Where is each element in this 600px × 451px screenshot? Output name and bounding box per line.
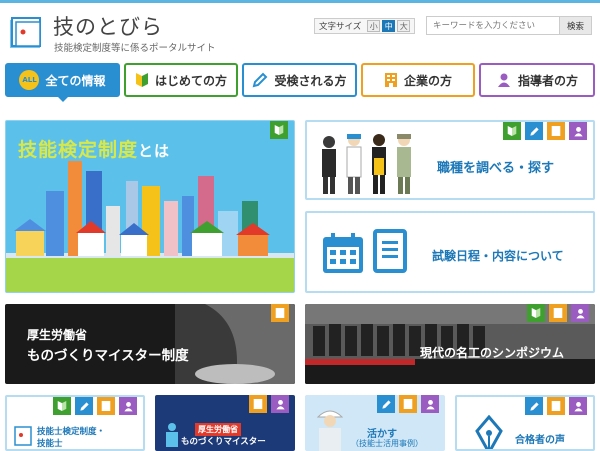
- all-badge: ALL: [19, 70, 40, 90]
- utilize-line2: （技能士活用事例）: [351, 439, 423, 448]
- building-tag-icon: [549, 304, 567, 322]
- tab-instructors[interactable]: 指導者の方: [479, 63, 595, 97]
- small-logo-icon: [14, 426, 32, 446]
- audience-tags: [527, 304, 589, 322]
- workers-illustration: [322, 134, 411, 194]
- font-size-switcher: 文字サイズ 小 中 大: [314, 18, 416, 34]
- symposium-label: 現代の名工のシンポジウム: [420, 346, 565, 360]
- card-voices[interactable]: 合格者の声: [455, 395, 595, 451]
- audience-tags: [271, 304, 289, 322]
- audience-tags: [53, 397, 137, 415]
- building-tag-icon: [271, 304, 289, 322]
- document-icon: [373, 229, 407, 273]
- tab-beginners-label: はじめての方: [154, 73, 227, 88]
- search-box: 検索: [426, 16, 592, 35]
- logo-mark-icon: [10, 17, 41, 48]
- card-about-system[interactable]: 技能検定制度とは: [5, 120, 295, 293]
- hero-title-suffix: とは: [138, 142, 171, 160]
- instructor-tag-icon: [271, 395, 289, 413]
- qualified-line2: 技能士: [37, 439, 63, 449]
- instructor-icon: [496, 72, 512, 88]
- calendar-icon: [323, 233, 363, 273]
- instructor-tag-icon: [569, 122, 587, 140]
- search-input[interactable]: [427, 17, 559, 34]
- pencil-tag-icon: [525, 397, 543, 415]
- pencil-tag-icon: [75, 397, 93, 415]
- card-exam-schedule[interactable]: 試験日程・内容について: [305, 211, 595, 293]
- card-symposium[interactable]: 現代の名工のシンポジウム: [305, 304, 595, 384]
- pencil-tag-icon: [377, 395, 395, 413]
- meister-line1: 厚生労働省: [27, 328, 88, 342]
- hero-title: 技能検定制度とは: [18, 135, 170, 162]
- tab-all[interactable]: ALL 全ての情報: [5, 63, 120, 102]
- instructor-tag-icon: [569, 397, 587, 415]
- audience-nav: ALL 全ての情報 はじめての方 受検される方 企業の方 指導者の方: [5, 63, 595, 102]
- pencil-tag-icon: [525, 122, 543, 140]
- beginner-tag-icon: [270, 121, 288, 139]
- audience-tags: [249, 395, 289, 413]
- card-meister-small[interactable]: 厚生労働省 ものづくりマイスター: [155, 395, 295, 451]
- fountain-pen-icon: [475, 415, 503, 449]
- top-border: [0, 0, 600, 3]
- card-utilize[interactable]: 活かす （技能士活用事例）: [305, 395, 445, 451]
- instructor-tag-icon: [571, 304, 589, 322]
- beginner-tag-icon: [53, 397, 71, 415]
- card-meister[interactable]: 厚生労働省 ものづくりマイスター制度: [5, 304, 295, 384]
- tab-examinees-label: 受検される方: [274, 73, 347, 88]
- building-tag-icon: [547, 122, 565, 140]
- tab-all-label: 全ての情報: [45, 73, 106, 88]
- meister-figure-icon: [166, 423, 178, 447]
- qualified-line1: 技能士検定制度・: [37, 427, 106, 437]
- building-tag-icon: [547, 397, 565, 415]
- beginner-mark-icon: [135, 72, 149, 88]
- audience-tags: [525, 397, 587, 415]
- voices-label: 合格者の声: [515, 435, 565, 446]
- city-illustration: [6, 161, 294, 292]
- beginner-tag-icon: [527, 304, 545, 322]
- hero-title-main: 技能検定制度: [18, 139, 139, 161]
- card-occupations[interactable]: 職種を調べる・探す: [305, 120, 595, 200]
- building-tag-icon: [249, 395, 267, 413]
- tab-beginners[interactable]: はじめての方: [124, 63, 238, 97]
- meister-line2: ものづくりマイスター制度: [27, 348, 189, 364]
- tab-examinees[interactable]: 受検される方: [242, 63, 357, 97]
- audience-tags: [270, 121, 288, 139]
- site-subtitle: 技能検定制度等に係るポータルサイト: [54, 43, 216, 54]
- building-tag-icon: [399, 395, 417, 413]
- font-size-large-button[interactable]: 大: [397, 20, 411, 32]
- building-tag-icon: [97, 397, 115, 415]
- audience-tags: [503, 122, 587, 140]
- font-size-small-button[interactable]: 小: [367, 20, 381, 32]
- font-size-medium-button[interactable]: 中: [382, 20, 396, 32]
- site-logo[interactable]: 技のとびら 技能検定制度等に係るポータルサイト: [8, 10, 268, 58]
- pencil-icon: [252, 72, 268, 88]
- tab-companies[interactable]: 企業の方: [361, 63, 475, 97]
- audience-tags: [377, 395, 439, 413]
- instructor-tag-icon: [119, 397, 137, 415]
- tab-companies-label: 企業の方: [403, 73, 452, 88]
- card-qualified-system[interactable]: 技能士検定制度・ 技能士: [5, 395, 145, 451]
- worker-helmet-photo: [316, 410, 344, 451]
- meister-small-line2: ものづくりマイスター: [181, 437, 266, 447]
- search-button[interactable]: 検索: [559, 17, 591, 34]
- instructor-tag-icon: [421, 395, 439, 413]
- site-title: 技のとびら: [53, 15, 163, 39]
- building-icon: [384, 72, 398, 88]
- occupation-label: 職種を調べる・探す: [437, 161, 555, 176]
- schedule-label: 試験日程・内容について: [432, 249, 564, 263]
- font-size-label: 文字サイズ: [319, 22, 362, 32]
- tab-instructors-label: 指導者の方: [517, 73, 578, 88]
- beginner-tag-icon: [503, 122, 521, 140]
